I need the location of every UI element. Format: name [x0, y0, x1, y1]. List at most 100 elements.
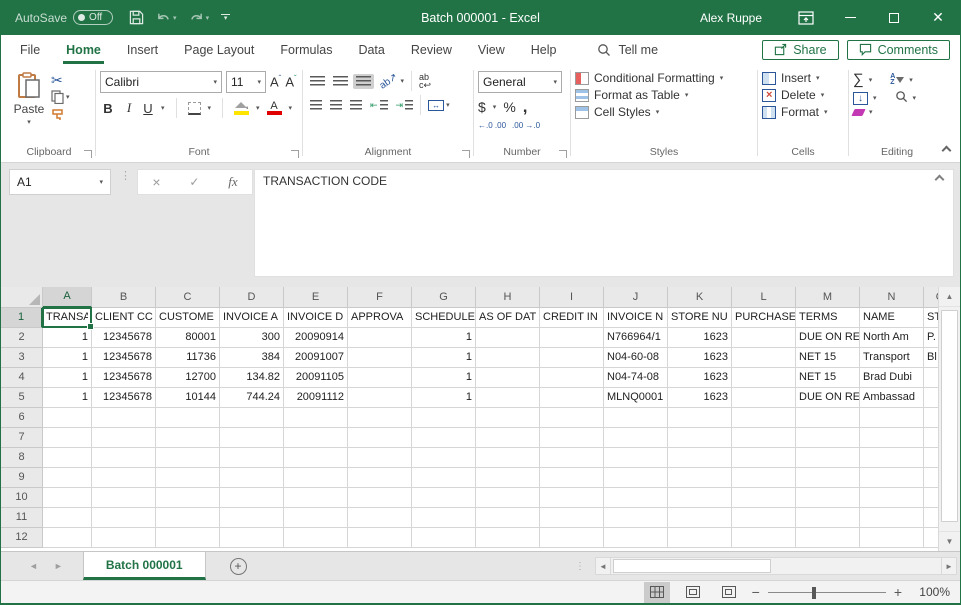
- column-header-B[interactable]: B: [92, 287, 156, 308]
- cell-K11[interactable]: [668, 508, 732, 528]
- formula-bar-splitter[interactable]: ⋮: [120, 173, 131, 179]
- formula-input[interactable]: TRANSACTION CODE: [254, 169, 954, 277]
- column-header-C[interactable]: C: [156, 287, 220, 308]
- decrease-decimal-button[interactable]: .00 →.0: [512, 121, 540, 130]
- cell-I3[interactable]: [540, 348, 604, 368]
- next-sheet-icon[interactable]: ►: [54, 561, 63, 571]
- cell-D10[interactable]: [220, 488, 284, 508]
- tab-file[interactable]: File: [7, 35, 53, 64]
- collapse-formula-bar-button[interactable]: [935, 175, 945, 185]
- cell-I10[interactable]: [540, 488, 604, 508]
- cell-C1[interactable]: CUSTOME: [156, 308, 220, 328]
- cell-L9[interactable]: [732, 468, 796, 488]
- cell-I9[interactable]: [540, 468, 604, 488]
- cell-G8[interactable]: [412, 448, 476, 468]
- paste-button[interactable]: Paste ▾: [7, 68, 51, 144]
- cell-A6[interactable]: [43, 408, 92, 428]
- cell-K12[interactable]: [668, 528, 732, 548]
- column-header-F[interactable]: F: [348, 287, 412, 308]
- copy-dropdown-icon[interactable]: ▾: [66, 93, 70, 101]
- insert-cells-button[interactable]: Insert ▾: [762, 71, 828, 85]
- cell-B5[interactable]: 12345678: [92, 388, 156, 408]
- cell-H9[interactable]: [476, 468, 540, 488]
- cell-J1[interactable]: INVOICE N: [604, 308, 668, 328]
- conditional-formatting-button[interactable]: Conditional Formatting ▾: [575, 71, 723, 85]
- cell-F6[interactable]: [348, 408, 412, 428]
- autosum-dropdown-icon[interactable]: ▾: [869, 76, 873, 84]
- paste-dropdown-icon[interactable]: ▾: [27, 118, 31, 126]
- cell-D5[interactable]: 744.24: [220, 388, 284, 408]
- cell-F12[interactable]: [348, 528, 412, 548]
- tell-me[interactable]: Tell me: [597, 43, 658, 57]
- copy-button[interactable]: ▾: [51, 90, 70, 104]
- tab-splitter[interactable]: ⋮: [575, 564, 585, 569]
- horizontal-scroll-thumb[interactable]: [613, 559, 771, 573]
- cell-L7[interactable]: [732, 428, 796, 448]
- cell-A2[interactable]: 1: [43, 328, 92, 348]
- insert-function-button[interactable]: fx: [228, 174, 237, 190]
- cell-J9[interactable]: [604, 468, 668, 488]
- currency-button[interactable]: $: [478, 99, 486, 115]
- cell-B4[interactable]: 12345678: [92, 368, 156, 388]
- font-color-dropdown-icon[interactable]: ▾: [289, 104, 293, 112]
- cell-A4[interactable]: 1: [43, 368, 92, 388]
- column-header-D[interactable]: D: [220, 287, 284, 308]
- column-header-K[interactable]: K: [668, 287, 732, 308]
- underline-dropdown-icon[interactable]: ▾: [161, 104, 165, 112]
- cell-E6[interactable]: [284, 408, 348, 428]
- cell-D11[interactable]: [220, 508, 284, 528]
- vertical-scroll-thumb[interactable]: [941, 310, 958, 522]
- save-button[interactable]: [129, 10, 144, 25]
- cell-A7[interactable]: [43, 428, 92, 448]
- cell-N9[interactable]: [860, 468, 924, 488]
- column-header-L[interactable]: L: [732, 287, 796, 308]
- vertical-scrollbar[interactable]: ▲ ▼: [938, 287, 960, 551]
- bottom-align-button[interactable]: [353, 74, 374, 89]
- tab-formulas[interactable]: Formulas: [267, 35, 345, 64]
- cell-F10[interactable]: [348, 488, 412, 508]
- cell-G11[interactable]: [412, 508, 476, 528]
- sort-filter-dropdown-icon[interactable]: ▾: [909, 76, 913, 84]
- fill-button[interactable]: ↓: [853, 92, 868, 105]
- orientation-button[interactable]: ab↗▾: [376, 74, 407, 89]
- cell-G9[interactable]: [412, 468, 476, 488]
- row-header-5[interactable]: 5: [1, 388, 43, 408]
- cell-G1[interactable]: SCHEDULE: [412, 308, 476, 328]
- cell-L12[interactable]: [732, 528, 796, 548]
- cell-E10[interactable]: [284, 488, 348, 508]
- column-header-N[interactable]: N: [860, 287, 924, 308]
- zoom-slider-thumb[interactable]: [812, 587, 816, 599]
- cell-M12[interactable]: [796, 528, 860, 548]
- customize-qat-button[interactable]: ▾: [221, 14, 230, 21]
- cell-K5[interactable]: 1623: [668, 388, 732, 408]
- cell-D8[interactable]: [220, 448, 284, 468]
- autosave-toggle[interactable]: AutoSave Off: [15, 10, 113, 25]
- cell-B10[interactable]: [92, 488, 156, 508]
- close-button[interactable]: ✕: [916, 0, 960, 35]
- cell-L2[interactable]: [732, 328, 796, 348]
- cell-I7[interactable]: [540, 428, 604, 448]
- cell-L8[interactable]: [732, 448, 796, 468]
- scroll-left-icon[interactable]: ◄: [595, 557, 611, 575]
- cell-N1[interactable]: NAME: [860, 308, 924, 328]
- cell-G3[interactable]: 1: [412, 348, 476, 368]
- cell-D1[interactable]: INVOICE A: [220, 308, 284, 328]
- cell-F8[interactable]: [348, 448, 412, 468]
- cell-H6[interactable]: [476, 408, 540, 428]
- cell-A3[interactable]: 1: [43, 348, 92, 368]
- cell-E12[interactable]: [284, 528, 348, 548]
- cell-C5[interactable]: 10144: [156, 388, 220, 408]
- cell-H3[interactable]: [476, 348, 540, 368]
- merge-center-button[interactable]: ↔▾: [425, 98, 453, 113]
- cell-styles-button[interactable]: Cell Styles ▾: [575, 105, 723, 119]
- comments-button[interactable]: Comments: [847, 40, 950, 60]
- zoom-level[interactable]: 100%: [912, 585, 950, 599]
- cell-L1[interactable]: PURCHASE: [732, 308, 796, 328]
- horizontal-scroll-track[interactable]: [611, 557, 941, 575]
- cell-N11[interactable]: [860, 508, 924, 528]
- cell-I1[interactable]: CREDIT IN: [540, 308, 604, 328]
- undo-dropdown-icon[interactable]: ▾: [173, 14, 177, 22]
- fill-dropdown-icon[interactable]: ▾: [873, 94, 877, 102]
- row-header-12[interactable]: 12: [1, 528, 43, 548]
- cell-L4[interactable]: [732, 368, 796, 388]
